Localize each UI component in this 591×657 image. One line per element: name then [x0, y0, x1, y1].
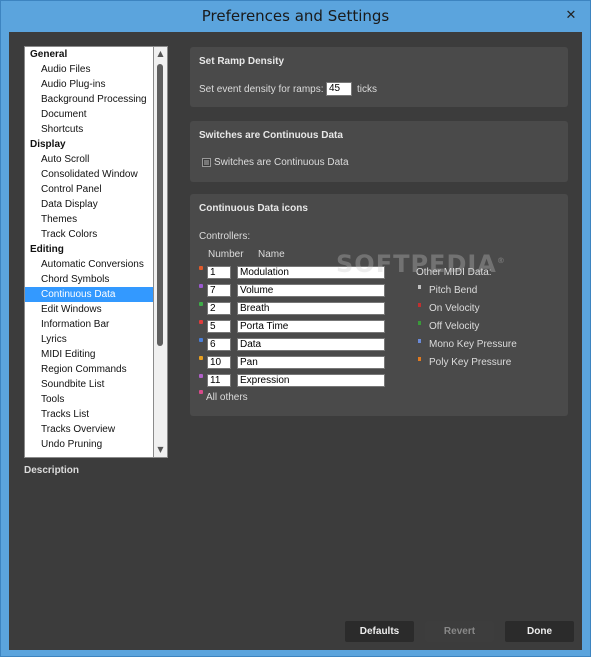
sidebar-item[interactable]: Region Commands: [25, 362, 153, 377]
switches-panel: Switches are Continuous Data Switches ar…: [190, 121, 568, 182]
list-section-header: Display: [30, 139, 66, 150]
done-button[interactable]: Done: [505, 621, 574, 642]
all-others-label: All others: [206, 392, 248, 403]
ramp-density-title: Set Ramp Density: [199, 56, 285, 67]
sidebar-item[interactable]: Control Panel: [25, 182, 153, 197]
midi-data-color-icon[interactable]: [418, 285, 421, 289]
controller-color-icon[interactable]: [199, 338, 203, 342]
midi-data-label: Poly Key Pressure: [429, 357, 512, 368]
midi-data-color-icon[interactable]: [418, 339, 421, 343]
controller-color-icon[interactable]: [199, 284, 203, 288]
midi-data-color-icon[interactable]: [418, 303, 421, 307]
controller-name-input[interactable]: Pan: [237, 356, 385, 369]
sidebar-item[interactable]: Tracks List: [25, 407, 153, 422]
sidebar-item[interactable]: Shortcuts: [25, 122, 153, 137]
list-section-header: General: [30, 49, 68, 60]
sidebar-item[interactable]: Tools: [25, 392, 153, 407]
window-title: Preferences and Settings: [201, 7, 390, 25]
controller-color-icon[interactable]: [199, 374, 203, 378]
controller-name-input[interactable]: Breath: [237, 302, 385, 315]
all-others-icon[interactable]: [199, 390, 203, 394]
midi-data-color-icon[interactable]: [418, 357, 421, 361]
switches-title: Switches are Continuous Data: [199, 130, 343, 141]
controller-color-icon[interactable]: [199, 320, 203, 324]
ramp-density-input[interactable]: 45: [326, 82, 352, 96]
controller-name-input[interactable]: Data: [237, 338, 385, 351]
number-column-header: Number: [208, 249, 244, 260]
sidebar-item[interactable]: MIDI Editing: [25, 347, 153, 362]
midi-data-label: Off Velocity: [429, 321, 480, 332]
switches-checkbox-label[interactable]: Switches are Continuous Data: [214, 157, 349, 168]
list-section-header: Editing: [30, 244, 64, 255]
midi-data-label: Pitch Bend: [429, 285, 478, 296]
sidebar-item[interactable]: Chord Symbols: [25, 272, 153, 287]
controller-color-icon[interactable]: [199, 356, 203, 360]
description-label: Description: [24, 465, 80, 476]
softpedia-watermark: SOFTPEDIA®: [336, 250, 506, 278]
scroll-down-arrow-icon[interactable]: ▼: [154, 443, 167, 457]
ramp-density-unit: ticks: [357, 84, 377, 95]
controllers-label: Controllers:: [199, 231, 251, 242]
watermark-mark: ®: [496, 256, 506, 265]
sidebar-item[interactable]: Undo Pruning: [25, 437, 153, 452]
midi-data-label: On Velocity: [429, 303, 480, 314]
sidebar-item[interactable]: Tracks Overview: [25, 422, 153, 437]
sidebar-item[interactable]: Background Processing: [25, 92, 153, 107]
continuous-data-icons-panel: Continuous Data icons Controllers: Numbe…: [190, 194, 568, 416]
controller-color-icon[interactable]: [199, 266, 203, 270]
category-list-scrollbar[interactable]: ▲ ▼: [154, 46, 168, 458]
sidebar-item[interactable]: Edit Windows: [25, 302, 153, 317]
controller-name-input[interactable]: Expression: [237, 374, 385, 387]
ramp-density-label: Set event density for ramps:: [199, 84, 324, 95]
sidebar-item[interactable]: Audio Plug-ins: [25, 77, 153, 92]
controller-number-input[interactable]: 2: [207, 302, 231, 315]
defaults-button[interactable]: Defaults: [345, 621, 414, 642]
close-icon[interactable]: ✕: [560, 7, 582, 25]
midi-data-label: Mono Key Pressure: [429, 339, 517, 350]
sidebar-item[interactable]: Automatic Conversions: [25, 257, 153, 272]
title-bar: Preferences and Settings ✕: [1, 1, 590, 32]
controller-number-input[interactable]: 5: [207, 320, 231, 333]
switches-checkbox[interactable]: [202, 158, 211, 167]
sidebar-item[interactable]: Information Bar: [25, 317, 153, 332]
sidebar-item[interactable]: Document: [25, 107, 153, 122]
sidebar-item[interactable]: Auto Scroll: [25, 152, 153, 167]
sidebar-item[interactable]: Consolidated Window: [25, 167, 153, 182]
continuous-data-icons-title: Continuous Data icons: [199, 203, 308, 214]
category-list[interactable]: General Audio Files Audio Plug-ins Backgrou…: [24, 46, 154, 458]
ramp-density-panel: Set Ramp Density Set event density for r…: [190, 47, 568, 107]
controller-number-input[interactable]: 7: [207, 284, 231, 297]
controller-name-input[interactable]: Volume: [237, 284, 385, 297]
controller-number-input[interactable]: 1: [207, 266, 231, 279]
controller-number-input[interactable]: 6: [207, 338, 231, 351]
sidebar-item[interactable]: Continuous Data: [25, 287, 153, 302]
name-column-header: Name: [258, 249, 285, 260]
scroll-thumb[interactable]: [157, 64, 163, 346]
scroll-up-arrow-icon[interactable]: ▲: [154, 47, 167, 61]
watermark-text: SOFTPEDIA: [336, 250, 497, 278]
controller-color-icon[interactable]: [199, 302, 203, 306]
sidebar-item[interactable]: Data Display: [25, 197, 153, 212]
window-client-area: General Audio Files Audio Plug-ins Backgrou…: [9, 32, 582, 650]
controller-number-input[interactable]: 11: [207, 374, 231, 387]
sidebar-item[interactable]: Soundbite List: [25, 377, 153, 392]
sidebar-item[interactable]: Audio Files: [25, 62, 153, 77]
controller-number-input[interactable]: 10: [207, 356, 231, 369]
sidebar-item[interactable]: Themes: [25, 212, 153, 227]
midi-data-color-icon[interactable]: [418, 321, 421, 325]
sidebar-item[interactable]: Lyrics: [25, 332, 153, 347]
controller-name-input[interactable]: Porta Time: [237, 320, 385, 333]
preferences-window: Preferences and Settings ✕ General Audio …: [0, 0, 591, 657]
revert-button[interactable]: Revert: [425, 621, 494, 642]
sidebar-item[interactable]: Track Colors: [25, 227, 153, 242]
